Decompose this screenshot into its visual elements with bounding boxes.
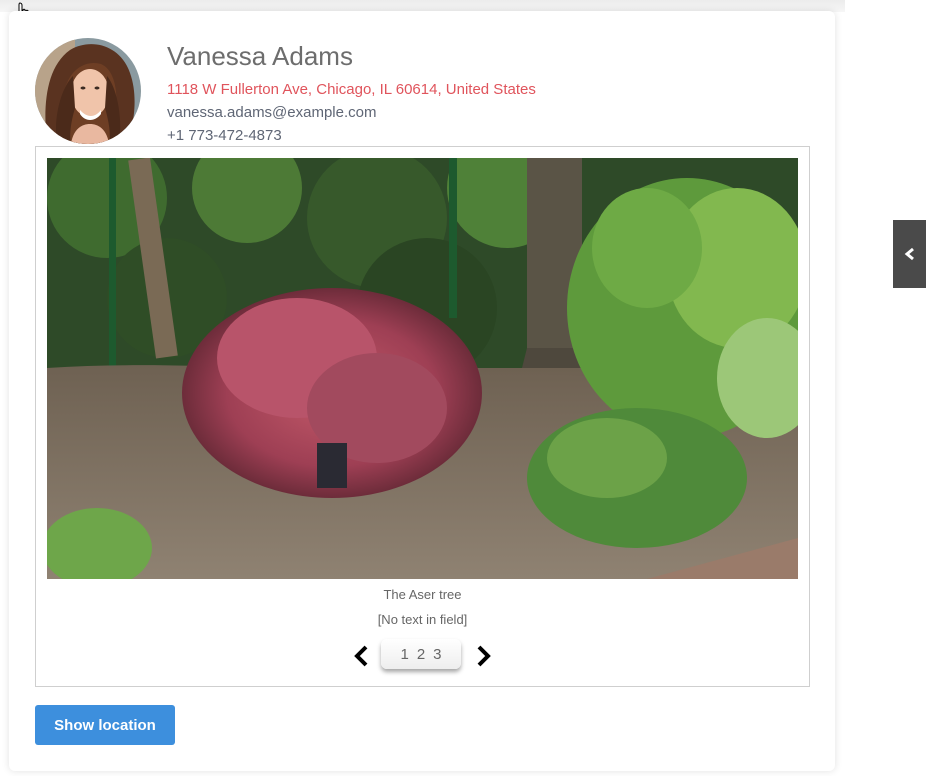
- avatar-photo: [35, 38, 141, 144]
- profile-card: Vanessa Adams 1118 W Fullerton Ave, Chic…: [9, 11, 835, 771]
- photo-gallery: The Aser tree [No text in field] 1 2 3: [35, 146, 810, 687]
- garden-photo: [47, 158, 798, 579]
- profile-name: Vanessa Adams: [167, 41, 353, 71]
- chevron-right-icon[interactable]: [474, 645, 492, 667]
- side-panel-toggle[interactable]: [893, 220, 926, 288]
- page-2[interactable]: 2: [417, 646, 425, 663]
- profile-email: vanessa.adams@example.com: [167, 104, 377, 121]
- gallery-pagination: 1 2 3: [36, 639, 809, 679]
- gallery-photo: [47, 158, 798, 579]
- profile-address: 1118 W Fullerton Ave, Chicago, IL 60614,…: [167, 81, 536, 98]
- page-1[interactable]: 1: [400, 646, 408, 663]
- profile-phone: +1 773-472-4873: [167, 127, 282, 144]
- page-3[interactable]: 3: [433, 646, 441, 663]
- avatar: [35, 38, 141, 144]
- chevron-left-icon: [904, 247, 914, 261]
- chevron-left-icon[interactable]: [353, 645, 371, 667]
- show-location-button[interactable]: Show location: [35, 705, 175, 745]
- photo-description: [No text in field]: [377, 612, 468, 627]
- photo-caption: The Aser tree: [383, 587, 462, 602]
- page-numbers: 1 2 3: [381, 639, 461, 669]
